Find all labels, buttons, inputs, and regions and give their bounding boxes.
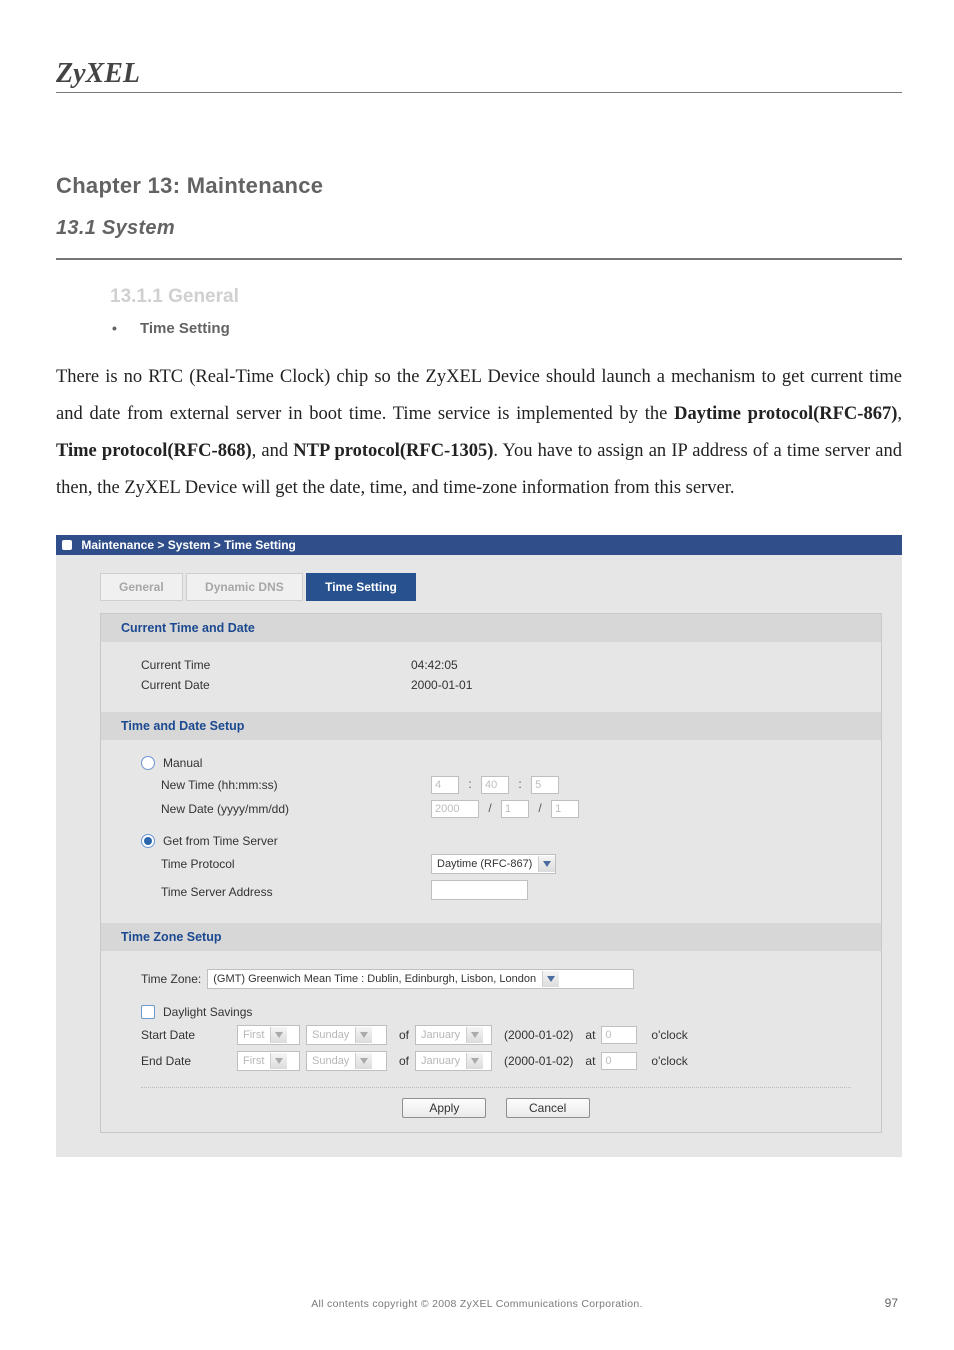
subsection-bullet: Time Setting: [112, 320, 902, 337]
breadcrumb: Maintenance > System > Time Setting: [56, 535, 902, 555]
current-date-label: Current Date: [141, 678, 411, 692]
time-protocol-select[interactable]: Daytime (RFC-867): [431, 854, 556, 874]
time-zone-select[interactable]: (GMT) Greenwich Mean Time : Dublin, Edin…: [207, 969, 634, 989]
intro-paragraph: There is no RTC (Real-Time Clock) chip s…: [56, 359, 902, 507]
new-time-mm[interactable]: 40: [481, 776, 509, 794]
screenshot-panel: Maintenance > System > Time Setting Gene…: [56, 535, 902, 1157]
tab-general[interactable]: General: [100, 573, 183, 601]
of-text: of: [399, 1028, 409, 1042]
slash: /: [488, 801, 491, 815]
start-resolved-date: (2000-01-02): [504, 1028, 573, 1042]
time-zone-label: Time Zone:: [141, 972, 201, 986]
time-protocol-value: Daytime (RFC-867): [437, 858, 532, 870]
current-date-value: 2000-01-01: [411, 678, 472, 692]
radio-manual-label: Manual: [163, 756, 202, 770]
oclock-text: o'clock: [651, 1028, 687, 1042]
divider: [56, 92, 902, 93]
start-month-select[interactable]: January: [415, 1025, 492, 1045]
chevron-down-icon: [270, 1053, 287, 1069]
current-time-label: Current Time: [141, 658, 411, 672]
of-text: of: [399, 1054, 409, 1068]
new-time-label: New Time (hh:mm:ss): [141, 778, 431, 792]
end-month-select[interactable]: January: [415, 1051, 492, 1071]
colon: :: [468, 777, 471, 791]
tab-dynamic-dns[interactable]: Dynamic DNS: [186, 573, 303, 601]
start-date-label: Start Date: [141, 1028, 237, 1042]
tabs: General Dynamic DNS Time Setting: [100, 573, 882, 601]
radio-manual[interactable]: [141, 756, 155, 770]
page-number: 97: [0, 1296, 898, 1310]
at-text: at: [585, 1054, 595, 1068]
new-date-label: New Date (yyyy/mm/dd): [141, 802, 431, 816]
end-ordinal-select[interactable]: First: [237, 1051, 300, 1071]
current-time-value: 04:42:05: [411, 658, 458, 672]
end-hour-input[interactable]: 0: [601, 1052, 637, 1070]
radio-time-server-label: Get from Time Server: [163, 834, 278, 848]
start-day-select[interactable]: Sunday: [306, 1025, 387, 1045]
new-time-hh[interactable]: 4: [431, 776, 459, 794]
chevron-down-icon: [542, 971, 559, 987]
breadcrumb-text: Maintenance > System > Time Setting: [81, 538, 296, 552]
chapter-heading: Chapter 13: Maintenance: [56, 173, 902, 199]
tab-time-setting[interactable]: Time Setting: [306, 573, 416, 601]
oclock-text: o'clock: [651, 1054, 687, 1068]
section-current-time: Current Time and Date: [101, 614, 881, 642]
chevron-down-icon: [466, 1053, 483, 1069]
chevron-down-icon: [355, 1053, 372, 1069]
time-zone-value: (GMT) Greenwich Mean Time : Dublin, Edin…: [213, 973, 536, 985]
cancel-button[interactable]: Cancel: [506, 1098, 590, 1118]
daylight-savings-checkbox[interactable]: [141, 1005, 155, 1019]
slash: /: [538, 801, 541, 815]
new-date-year[interactable]: 2000: [431, 800, 479, 818]
start-ordinal-select[interactable]: First: [237, 1025, 300, 1045]
start-hour-input[interactable]: 0: [601, 1026, 637, 1044]
section-heading: 13.1 System: [56, 217, 902, 240]
chevron-down-icon: [466, 1027, 483, 1043]
time-server-address-input[interactable]: [431, 880, 528, 900]
new-time-ss[interactable]: 5: [531, 776, 559, 794]
end-resolved-date: (2000-01-02): [504, 1054, 573, 1068]
section-time-zone-setup: Time Zone Setup: [101, 923, 881, 951]
breadcrumb-icon: [62, 540, 72, 550]
new-date-day[interactable]: 1: [551, 800, 579, 818]
chevron-down-icon: [270, 1027, 287, 1043]
chevron-down-icon: [538, 856, 555, 872]
end-date-label: End Date: [141, 1054, 237, 1068]
section-time-date-setup: Time and Date Setup: [101, 712, 881, 740]
new-date-month[interactable]: 1: [501, 800, 529, 818]
end-day-select[interactable]: Sunday: [306, 1051, 387, 1071]
radio-time-server[interactable]: [141, 834, 155, 848]
time-server-address-label: Time Server Address: [141, 885, 431, 899]
subsection-heading: 13.1.1 General: [110, 286, 902, 308]
colon: :: [518, 777, 521, 791]
at-text: at: [585, 1028, 595, 1042]
divider: [56, 258, 902, 260]
time-protocol-label: Time Protocol: [141, 857, 431, 871]
daylight-savings-label: Daylight Savings: [163, 1005, 252, 1019]
chevron-down-icon: [355, 1027, 372, 1043]
apply-button[interactable]: Apply: [402, 1098, 486, 1118]
brand-logo: ZyXEL: [56, 58, 902, 90]
